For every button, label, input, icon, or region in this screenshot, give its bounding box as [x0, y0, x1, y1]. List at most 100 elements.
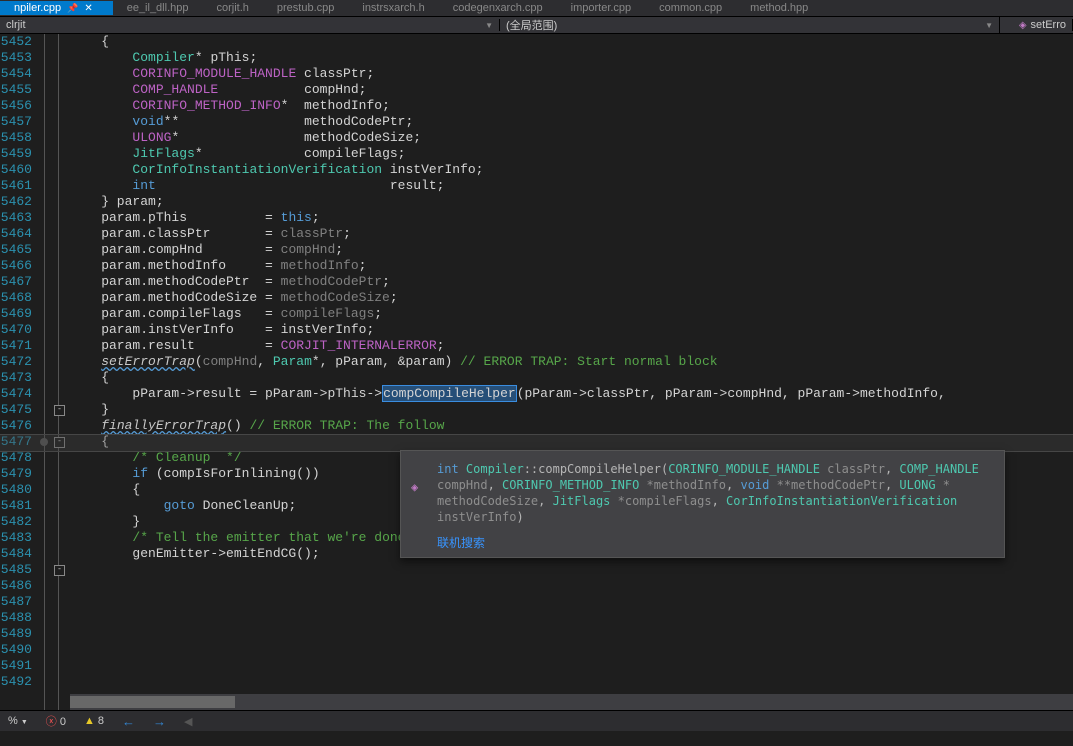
tab-importer-cpp[interactable]: importer.cpp — [557, 1, 646, 15]
breakpoint-marker[interactable] — [40, 438, 48, 446]
chevron-down-icon: ▼ — [985, 21, 993, 30]
line-number: 5469 — [0, 306, 32, 322]
chevron-down-icon: ▼ — [21, 719, 28, 726]
line-number: 5474 — [0, 386, 32, 402]
line-number: 5458 — [0, 130, 32, 146]
tab-ee_il_dll-hpp[interactable]: ee_il_dll.hpp — [113, 1, 203, 15]
line-number: 5480 — [0, 482, 32, 498]
crumb-member[interactable]: ◈ setErro — [1000, 19, 1073, 31]
tab-corjit-h[interactable]: corjit.h — [202, 1, 262, 15]
breadcrumb-bar: clrjit ▼ (全局范围) ▼ ◈ setErro — [0, 17, 1073, 34]
code-line[interactable]: finallyErrorTrap() // ERROR TRAP: The fo… — [70, 418, 1073, 434]
line-number: 5481 — [0, 498, 32, 514]
code-line[interactable]: setErrorTrap(compHnd, Param*, pParam, &p… — [70, 354, 1073, 370]
line-number: 5470 — [0, 322, 32, 338]
nav-forward-icon[interactable]: → — [153, 714, 166, 729]
code-line[interactable]: { — [70, 370, 1073, 386]
code-line[interactable]: pParam->result = pParam->pThis->compComp… — [70, 386, 1073, 402]
code-editor[interactable]: 5452545354545455545654575458545954605461… — [0, 34, 1073, 712]
line-number: 5452 — [0, 34, 32, 50]
tab-npiler-cpp[interactable]: npiler.cpp 📌 ✕ — [0, 1, 113, 15]
line-number: 5467 — [0, 274, 32, 290]
crumb-scope[interactable]: (全局范围) ▼ — [500, 17, 1000, 33]
line-number: 5454 — [0, 66, 32, 82]
code-line[interactable]: param.methodCodeSize = methodCodeSize; — [70, 290, 1073, 306]
line-number: 5459 — [0, 146, 32, 162]
tab-common-cpp[interactable]: common.cpp — [645, 1, 736, 15]
tab-prestub-cpp[interactable]: prestub.cpp — [263, 1, 348, 15]
line-number: 5464 — [0, 226, 32, 242]
line-number: 5485 — [0, 562, 32, 578]
line-number: 5477 — [0, 434, 32, 450]
tab-method-hpp[interactable]: method.hpp — [736, 1, 822, 15]
tooltip-search-online-link[interactable]: 联机搜索 — [437, 535, 992, 551]
crumb-member-label: setErro — [1031, 19, 1066, 31]
horizontal-scrollbar[interactable] — [70, 694, 1073, 710]
fold-toggle[interactable]: - — [54, 565, 65, 576]
line-number: 5490 — [0, 642, 32, 658]
nav-back-icon[interactable]: ← — [122, 714, 135, 729]
tab-label: ee_il_dll.hpp — [127, 2, 189, 14]
code-line[interactable]: param.methodInfo = methodInfo; — [70, 258, 1073, 274]
line-number: 5457 — [0, 114, 32, 130]
tab-label: method.hpp — [750, 2, 808, 14]
line-number: 5455 — [0, 82, 32, 98]
tab-label: codegenxarch.cpp — [453, 2, 543, 14]
tab-label: npiler.cpp — [14, 2, 61, 14]
tab-bar: npiler.cpp 📌 ✕ ee_il_dll.hpp corjit.hprestub… — [0, 0, 1073, 17]
code-area[interactable]: { Compiler* pThis; CORINFO_MODULE_HANDLE… — [70, 34, 1073, 712]
line-number: 5482 — [0, 514, 32, 530]
line-number: 5461 — [0, 178, 32, 194]
warnings-indicator[interactable]: ▲ 8 — [84, 715, 104, 727]
code-line[interactable]: } param; — [70, 194, 1073, 210]
zoom-level[interactable]: % ▼ — [8, 715, 28, 727]
line-number: 5456 — [0, 98, 32, 114]
code-line[interactable]: param.pThis = this; — [70, 210, 1073, 226]
code-line[interactable]: param.compileFlags = compileFlags; — [70, 306, 1073, 322]
code-line[interactable]: param.classPtr = classPtr; — [70, 226, 1073, 242]
errors-indicator[interactable]: ⓧ 0 — [46, 713, 66, 729]
tab-instrsxarch-h[interactable]: instrsxarch.h — [348, 1, 438, 15]
code-line[interactable]: CORINFO_METHOD_INFO* methodInfo; — [70, 98, 1073, 114]
line-number: 5478 — [0, 450, 32, 466]
code-line[interactable]: CorInfoInstantiationVerification instVer… — [70, 162, 1073, 178]
method-icon: ◈ — [1019, 20, 1027, 31]
code-line[interactable]: JitFlags* compileFlags; — [70, 146, 1073, 162]
close-icon[interactable]: ✕ — [84, 3, 92, 14]
code-line[interactable]: int result; — [70, 178, 1073, 194]
code-line[interactable]: COMP_HANDLE compHnd; — [70, 82, 1073, 98]
scrollbar-thumb[interactable] — [70, 696, 235, 708]
line-number: 5463 — [0, 210, 32, 226]
fold-toggle[interactable]: - — [54, 437, 65, 448]
code-line[interactable]: ULONG* methodCodeSize; — [70, 130, 1073, 146]
line-number: 5488 — [0, 610, 32, 626]
tab-label: importer.cpp — [571, 2, 632, 14]
code-line[interactable]: } — [70, 402, 1073, 418]
code-line[interactable]: param.methodCodePtr = methodCodePtr; — [70, 274, 1073, 290]
tooltip-signature: int Compiler::compCompileHelper(CORINFO_… — [437, 462, 979, 524]
code-line[interactable]: param.instVerInfo = instVerInfo; — [70, 322, 1073, 338]
line-number: 5460 — [0, 162, 32, 178]
code-line[interactable]: { — [70, 34, 1073, 50]
pin-icon[interactable]: 📌 — [67, 3, 78, 14]
fold-toggle[interactable]: - — [54, 405, 65, 416]
scroll-left-icon[interactable]: ◀ — [184, 715, 192, 728]
code-line[interactable]: param.compHnd = compHnd; — [70, 242, 1073, 258]
line-number: 5473 — [0, 370, 32, 386]
code-line[interactable]: { — [70, 434, 1073, 450]
intellisense-tooltip: ◈ int Compiler::compCompileHelper(CORINF… — [400, 450, 1005, 558]
code-line[interactable]: CORINFO_MODULE_HANDLE classPtr; — [70, 66, 1073, 82]
status-bar: % ▼ ⓧ 0 ▲ 8 ← → ◀ — [0, 710, 1073, 731]
tab-codegenxarch-cpp[interactable]: codegenxarch.cpp — [439, 1, 557, 15]
crumb-project[interactable]: clrjit ▼ — [0, 19, 500, 31]
line-number: 5483 — [0, 530, 32, 546]
line-number: 5484 — [0, 546, 32, 562]
code-line[interactable]: void** methodCodePtr; — [70, 114, 1073, 130]
line-number: 5475 — [0, 402, 32, 418]
line-number: 5479 — [0, 466, 32, 482]
method-icon: ◈ — [411, 479, 418, 495]
code-line[interactable]: param.result = CORJIT_INTERNALERROR; — [70, 338, 1073, 354]
code-line[interactable]: Compiler* pThis; — [70, 50, 1073, 66]
line-number-gutter: 5452545354545455545654575458545954605461… — [0, 34, 38, 712]
line-number: 5492 — [0, 674, 32, 690]
